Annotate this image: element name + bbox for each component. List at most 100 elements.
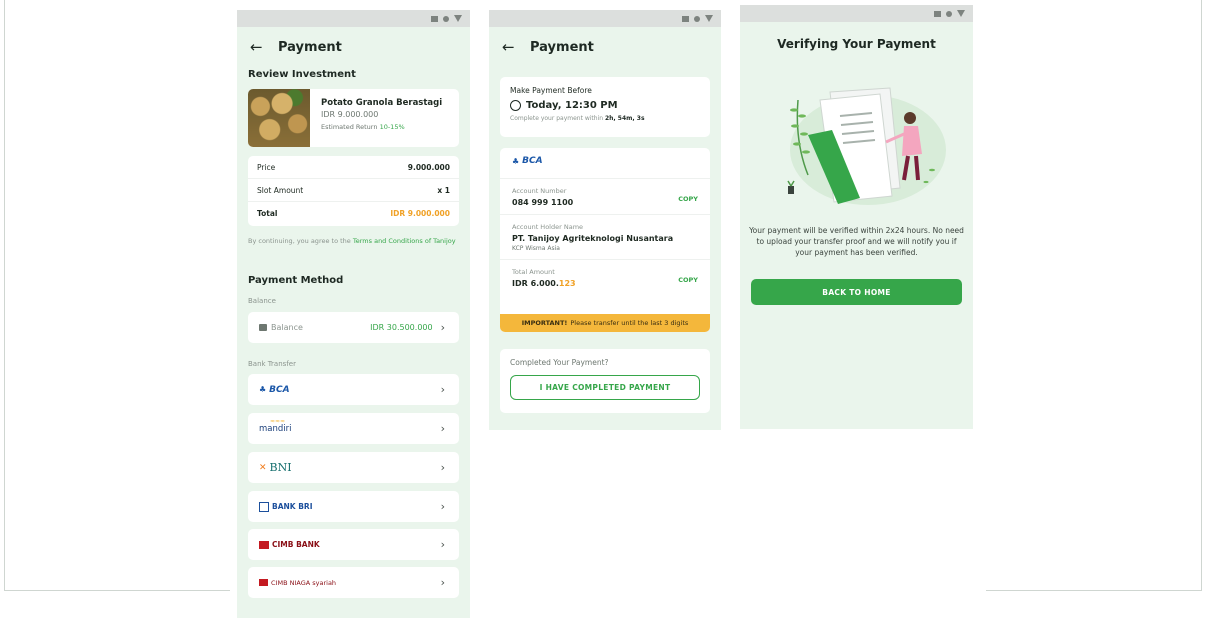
balance-section-label: Balance xyxy=(248,297,276,305)
bank-transfer-section-label: Bank Transfer xyxy=(248,360,296,368)
page-title: Payment xyxy=(530,39,594,55)
back-to-home-button[interactable]: BACK TO HOME xyxy=(751,279,962,305)
signal-icon xyxy=(934,10,941,17)
record-icon xyxy=(694,15,700,22)
account-number-row: Account Number 084 999 1100 COPY xyxy=(500,179,710,215)
bank-option-bca[interactable]: ♣ BCA › xyxy=(248,374,459,405)
completed-payment-card: Completed Your Payment? I HAVE COMPLETED… xyxy=(500,349,710,413)
bank-option-cimb-niaga[interactable]: CIMB NIAGA syariah › xyxy=(248,567,459,598)
account-number-value: 084 999 1100 xyxy=(512,198,574,207)
bank-account-card: ♣ BCA Account Number 084 999 1100 COPY A… xyxy=(500,148,710,332)
person-head xyxy=(904,112,916,124)
bank-name: BCA xyxy=(269,384,290,395)
holder-label: Account Holder Name xyxy=(512,223,584,231)
terms-text: By continuing, you agree to the xyxy=(248,237,351,245)
frame-border xyxy=(986,590,1202,591)
order-summary: Price 9.000.000 Slot Amount x 1 Total ID… xyxy=(248,156,459,226)
payment-instruction-screen: ← Payment Make Payment Before Today, 12:… xyxy=(489,10,721,430)
bca-logo: ♣ BCA xyxy=(512,156,698,166)
bank-name: BNI xyxy=(269,461,292,474)
cimb-niaga-emblem-icon xyxy=(259,579,268,586)
verifying-payment-screen: Verifying Your Payment Your payment will… xyxy=(740,5,973,429)
estimated-return: Estimated Return 10-15% xyxy=(321,123,442,131)
total-main: IDR 6.000. xyxy=(512,279,559,288)
canvas: ← Payment Review Investment Potato Grano… xyxy=(0,0,1206,618)
frame-border xyxy=(4,590,230,591)
investment-card: Potato Granola Berastagi IDR 9.000.000 E… xyxy=(248,89,459,147)
bank-header: ♣ BCA xyxy=(500,148,710,179)
copy-account-number-button[interactable]: COPY xyxy=(678,195,698,203)
balance-value: IDR 30.500.000 xyxy=(370,323,433,332)
balance-option-left: Balance xyxy=(259,323,303,332)
chevron-right-icon: › xyxy=(440,538,445,551)
important-banner: IMPORTANT! Please transfer until the las… xyxy=(500,314,710,332)
page-title: Verifying Your Payment xyxy=(777,37,936,51)
mandiri-logo: mandiri ≈≈≈ xyxy=(259,418,292,434)
countdown-text: Complete your payment within 2h, 54m, 3s xyxy=(510,115,700,122)
wifi-icon xyxy=(454,15,462,22)
investment-info: Potato Granola Berastagi IDR 9.000.000 E… xyxy=(310,89,442,147)
make-before-label: Make Payment Before xyxy=(510,86,592,95)
app-header: ← Payment xyxy=(489,27,721,67)
signal-icon xyxy=(431,15,438,22)
deadline-row: Today, 12:30 PM xyxy=(510,100,700,111)
investment-price: IDR 9.000.000 xyxy=(321,110,379,119)
back-arrow-icon[interactable]: ← xyxy=(502,38,524,56)
chevron-right-icon: › xyxy=(440,461,445,474)
wifi-icon xyxy=(705,15,713,22)
verification-illustration xyxy=(787,87,946,205)
return-value: 10-15% xyxy=(379,123,405,131)
pot-leaves xyxy=(787,180,795,187)
clock-icon xyxy=(510,100,521,111)
cimb-niaga-logo: CIMB NIAGA syariah xyxy=(259,579,336,587)
back-arrow-icon[interactable]: ← xyxy=(250,38,272,56)
bni-logo: ✕ BNI xyxy=(259,461,292,474)
bni-emblem-icon: ✕ xyxy=(259,462,267,473)
payment-deadline-card: Make Payment Before Today, 12:30 PM Comp… xyxy=(500,77,710,137)
deadline-time: Today, 12:30 PM xyxy=(526,100,618,111)
plant-pot xyxy=(788,186,794,194)
frame-border xyxy=(4,0,5,590)
terms-link[interactable]: Terms and Conditions of Tanijoy xyxy=(353,237,456,245)
total-unique-digits: 123 xyxy=(558,279,576,288)
bank-option-cimb[interactable]: CIMB BANK › xyxy=(248,529,459,560)
status-bar xyxy=(489,10,721,27)
total-amount-value: IDR 6.000.123 xyxy=(512,279,698,288)
mandiri-wave-icon: ≈≈≈ xyxy=(270,417,286,425)
holder-branch: KCP Wisma Asia xyxy=(512,245,560,252)
review-investment-title: Review Investment xyxy=(248,69,356,80)
cimb-emblem-icon xyxy=(259,540,269,549)
summary-value: x 1 xyxy=(437,185,450,195)
page-title: Payment xyxy=(278,39,342,55)
holder-name: PT. Tanijoy Agriteknologi Nusantara xyxy=(512,234,674,243)
bank-option-bri[interactable]: BANK BRI › xyxy=(248,491,459,522)
balance-option-right: IDR 30.500.000 › xyxy=(370,321,445,334)
bri-emblem-icon xyxy=(259,501,269,512)
bank-option-bni[interactable]: ✕ BNI › xyxy=(248,452,459,483)
investment-name: Potato Granola Berastagi xyxy=(321,98,443,108)
product-image xyxy=(248,89,310,147)
summary-row: Total IDR 9.000.000 xyxy=(248,202,459,225)
record-icon xyxy=(946,10,952,17)
verification-message: Your payment will be verified within 2x2… xyxy=(749,226,964,257)
bca-logo: ♣ BCA xyxy=(259,385,290,395)
summary-label: Slot Amount xyxy=(257,185,304,195)
balance-option[interactable]: Balance IDR 30.500.000 › xyxy=(248,312,459,343)
chevron-right-icon: › xyxy=(440,500,445,513)
completed-question: Completed Your Payment? xyxy=(510,358,609,367)
bca-emblem-icon: ♣ xyxy=(512,156,520,166)
summary-row: Price 9.000.000 xyxy=(248,156,459,179)
return-label: Estimated Return xyxy=(321,123,378,131)
bank-option-mandiri[interactable]: mandiri ≈≈≈ › xyxy=(248,413,459,444)
terms-notice: By continuing, you agree to the Terms an… xyxy=(248,237,463,246)
summary-value: 9.000.000 xyxy=(407,162,450,172)
balance-label: Balance xyxy=(271,323,303,332)
important-label: IMPORTANT! xyxy=(521,319,568,327)
signal-icon xyxy=(682,15,689,22)
bank-name: mandiri xyxy=(259,423,292,434)
copy-total-button[interactable]: COPY xyxy=(678,276,698,284)
payment-review-screen: ← Payment Review Investment Potato Grano… xyxy=(237,10,470,618)
chevron-right-icon: › xyxy=(440,422,445,435)
completed-payment-button[interactable]: I HAVE COMPLETED PAYMENT xyxy=(510,375,700,400)
complete-within-label: Complete your payment within xyxy=(510,115,604,122)
